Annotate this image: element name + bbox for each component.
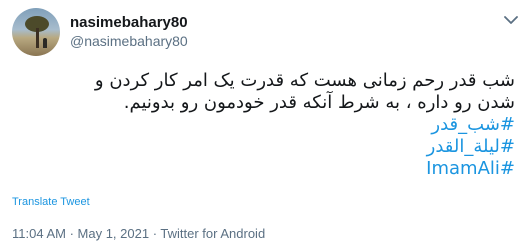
tweet-text-line: شدن رو داره ، به شرط آنکه قدر خودمون رو … <box>123 92 515 113</box>
avatar[interactable] <box>12 8 60 56</box>
tweet-header: nasimebahary80 @nasimebahary80 <box>12 8 519 56</box>
translate-row: Translate Tweet <box>12 180 519 210</box>
avatar-tree-trunk <box>36 28 39 48</box>
tweet-text: شب قدر رحم زمانی هست که قدرت یک امر کار … <box>12 70 515 180</box>
tweet-source: Twitter for Android <box>160 226 266 241</box>
hashtag-link[interactable]: #ليلة_القدر <box>12 136 515 158</box>
translate-tweet-link[interactable]: Translate Tweet <box>12 196 90 208</box>
author-names: nasimebahary80 @nasimebahary80 <box>70 8 188 50</box>
user-handle[interactable]: @nasimebahary80 <box>70 33 188 50</box>
chevron-down-icon[interactable] <box>501 10 521 30</box>
meta-separator: · <box>149 226 161 241</box>
display-name[interactable]: nasimebahary80 <box>70 14 188 32</box>
tweet-date[interactable]: May 1, 2021 <box>78 226 150 241</box>
hashtag-link[interactable]: #ImamAli <box>12 158 515 180</box>
tweet-text-line: شب قدر رحم زمانی هست که قدرت یک امر کار … <box>94 70 515 91</box>
tweet-meta: 11:04 AM · May 1, 2021 · Twitter for And… <box>12 226 519 241</box>
tweet-card: nasimebahary80 @nasimebahary80 شب قدر رح… <box>0 0 531 244</box>
meta-separator: · <box>65 226 78 241</box>
tweet-time[interactable]: 11:04 AM <box>12 226 66 241</box>
avatar-figure <box>43 38 47 48</box>
hashtag-link[interactable]: #شب_قدر <box>12 114 515 136</box>
